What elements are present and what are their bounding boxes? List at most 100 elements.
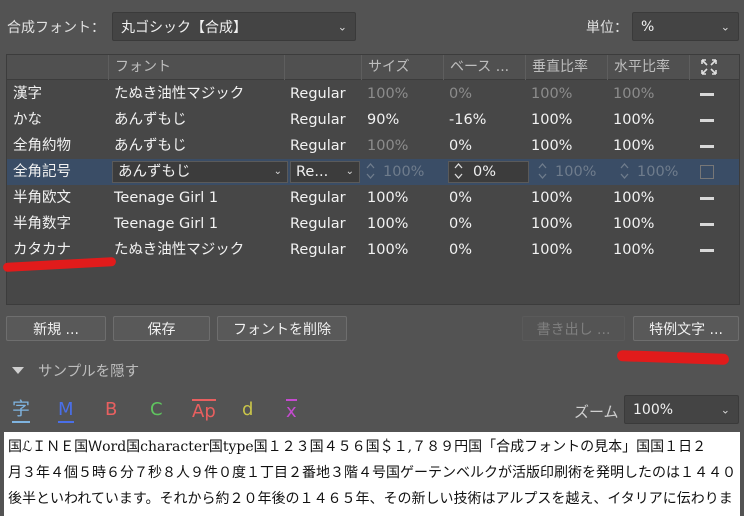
row-horizontal-scale[interactable]: 100% [607, 237, 689, 263]
top-bar: 合成フォント： 丸ゴシック【合成】 ⌄ 単位： % ⌄ [0, 0, 744, 50]
row-category: 全角約物 [13, 138, 71, 154]
row-size[interactable]: 100% [361, 211, 443, 237]
row-horizontal-scale[interactable]: 100% [607, 185, 689, 211]
horizontal-scale-stepper-icon[interactable] [620, 162, 629, 180]
baseline-icon[interactable]: B [105, 399, 117, 423]
unit-value: % [641, 18, 655, 35]
character-face-icon[interactable]: 字 [12, 399, 30, 423]
row-toggle-dash[interactable] [700, 145, 714, 148]
row-checkbox[interactable] [700, 165, 714, 179]
row-horizontal-scale[interactable]: 100% [607, 107, 689, 133]
row-toggle-dash[interactable] [700, 93, 714, 96]
new-button[interactable]: 新規 ... [6, 316, 106, 341]
row-style[interactable]: Regular [284, 211, 361, 237]
preview-line: 国ℒＩＮＥ国Ｗord国character国type国１２３国４５６国＄１,７８９… [8, 439, 707, 455]
column-header-expand[interactable] [689, 55, 741, 80]
table-row[interactable]: 全角約物 あんずもじ Regular 100% 0% 100% 100% [7, 133, 739, 159]
unit-select[interactable]: % ⌄ [632, 12, 739, 41]
row-category: かな [13, 112, 42, 128]
column-header-vertical-scale[interactable]: 垂直比率 [525, 55, 607, 80]
font-family-select[interactable]: あんずもじ ⌄ [112, 161, 288, 183]
column-header-style[interactable] [284, 55, 361, 80]
column-header-horizontal-scale[interactable]: 水平比率 [607, 55, 689, 80]
table-row[interactable]: カタカナ たぬき油性マジック Regular 100% 0% 100% 100% [7, 237, 739, 263]
delete-font-button[interactable]: フォントを削除 [217, 316, 347, 341]
font-family-value: あんずもじ [118, 164, 191, 180]
column-header-baseline[interactable]: ベース ... [443, 55, 525, 80]
table-row[interactable]: かな あんずもじ Regular 90% -16% 100% 100% [7, 107, 739, 133]
row-style[interactable]: Regular [284, 81, 361, 107]
preview-line: 月３年４個５時６分７秒８人９件０度１丁目２番地３階４号国ゲーテンベルクが活版印刷… [8, 465, 736, 481]
row-style[interactable]: Regular [284, 185, 361, 211]
table-row-selected[interactable]: 全角記号 あんずもじ ⌄ Re... ⌄ 100% 0% 100% 100% [7, 159, 739, 185]
horizontal-scale-field[interactable]: 100% [631, 159, 689, 185]
row-horizontal-scale[interactable]: 100% [607, 81, 689, 107]
row-size[interactable]: 90% [361, 107, 443, 133]
column-header-size[interactable]: サイズ [361, 55, 443, 80]
row-size[interactable]: 100% [361, 81, 443, 107]
chevron-down-icon: ⌄ [720, 20, 730, 33]
size-stepper-icon[interactable] [366, 162, 375, 180]
ascender-icon[interactable]: Ap [192, 399, 216, 423]
row-font[interactable]: Teenage Girl 1 [108, 185, 284, 211]
row-horizontal-scale[interactable]: 100% [607, 211, 689, 237]
row-baseline[interactable]: 0% [443, 81, 525, 107]
row-baseline[interactable]: 0% [443, 185, 525, 211]
em-box-icon[interactable]: M [58, 399, 74, 423]
unit-label: 単位： [586, 20, 628, 36]
table-row[interactable]: 半角数字 Teenage Girl 1 Regular 100% 0% 100%… [7, 211, 739, 237]
vertical-scale-stepper-icon[interactable] [538, 162, 547, 180]
cap-height-icon[interactable]: C [150, 399, 163, 423]
export-button[interactable]: 書き出し ... [522, 316, 625, 341]
row-font[interactable]: たぬき油性マジック [108, 81, 284, 107]
row-toggle-dash[interactable] [700, 197, 714, 200]
row-size[interactable]: 100% [361, 185, 443, 211]
column-header-category[interactable] [7, 55, 108, 80]
row-horizontal-scale[interactable]: 100% [607, 133, 689, 159]
save-button[interactable]: 保存 [113, 316, 210, 341]
table-header: フォント サイズ ベース ... 垂直比率 水平比率 [7, 55, 739, 80]
chevron-down-icon: ⌄ [273, 166, 282, 177]
size-field[interactable]: 100% [377, 159, 437, 185]
row-toggle-dash[interactable] [700, 223, 714, 226]
sample-toggle[interactable]: サンプルを隠す [12, 360, 139, 381]
row-style[interactable]: Regular [284, 107, 361, 133]
row-style[interactable]: Regular [284, 237, 361, 263]
baseline-stepper-icon[interactable] [454, 162, 463, 180]
row-vertical-scale[interactable]: 100% [525, 185, 607, 211]
table-row[interactable]: 半角欧文 Teenage Girl 1 Regular 100% 0% 100%… [7, 185, 739, 211]
exception-characters-button[interactable]: 特例文字 ... [633, 316, 739, 341]
row-vertical-scale[interactable]: 100% [525, 211, 607, 237]
row-vertical-scale[interactable]: 100% [525, 107, 607, 133]
row-vertical-scale[interactable]: 100% [525, 133, 607, 159]
row-style[interactable]: Regular [284, 133, 361, 159]
composite-font-select[interactable]: 丸ゴシック【合成】 ⌄ [112, 12, 356, 41]
row-font[interactable]: たぬき油性マジック [108, 237, 284, 263]
x-height-icon[interactable]: x [286, 399, 297, 423]
column-header-font[interactable]: フォント [108, 55, 284, 80]
row-toggle-dash[interactable] [700, 249, 714, 252]
descender-icon[interactable]: d [242, 399, 253, 423]
row-baseline[interactable]: 0% [443, 237, 525, 263]
zoom-value: 100% [633, 401, 674, 418]
row-vertical-scale[interactable]: 100% [525, 237, 607, 263]
expand-icon [701, 59, 717, 75]
vertical-scale-field[interactable]: 100% [549, 159, 607, 185]
table-row[interactable]: 漢字 たぬき油性マジック Regular 100% 0% 100% 100% [7, 81, 739, 107]
row-baseline[interactable]: 0% [443, 133, 525, 159]
row-font[interactable]: Teenage Girl 1 [108, 211, 284, 237]
row-baseline[interactable]: 0% [443, 211, 525, 237]
row-size[interactable]: 100% [361, 133, 443, 159]
row-toggle-dash[interactable] [700, 119, 714, 122]
font-settings-table: フォント サイズ ベース ... 垂直比率 水平比率 漢字 たぬき油性マジック … [6, 54, 740, 305]
row-font[interactable]: あんずもじ [108, 133, 284, 159]
preview-line: 後半といわれています。それから約２０年後の１４６５年、その新しい技術はアルプスを… [8, 491, 736, 507]
row-size[interactable]: 100% [361, 237, 443, 263]
chevron-down-icon: ⌄ [345, 166, 354, 177]
row-vertical-scale[interactable]: 100% [525, 81, 607, 107]
row-baseline[interactable]: -16% [443, 107, 525, 133]
row-category: 全角記号 [13, 164, 71, 180]
zoom-select[interactable]: 100% ⌄ [624, 395, 739, 424]
row-font[interactable]: あんずもじ [108, 107, 284, 133]
font-style-select[interactable]: Re... ⌄ [290, 161, 360, 183]
